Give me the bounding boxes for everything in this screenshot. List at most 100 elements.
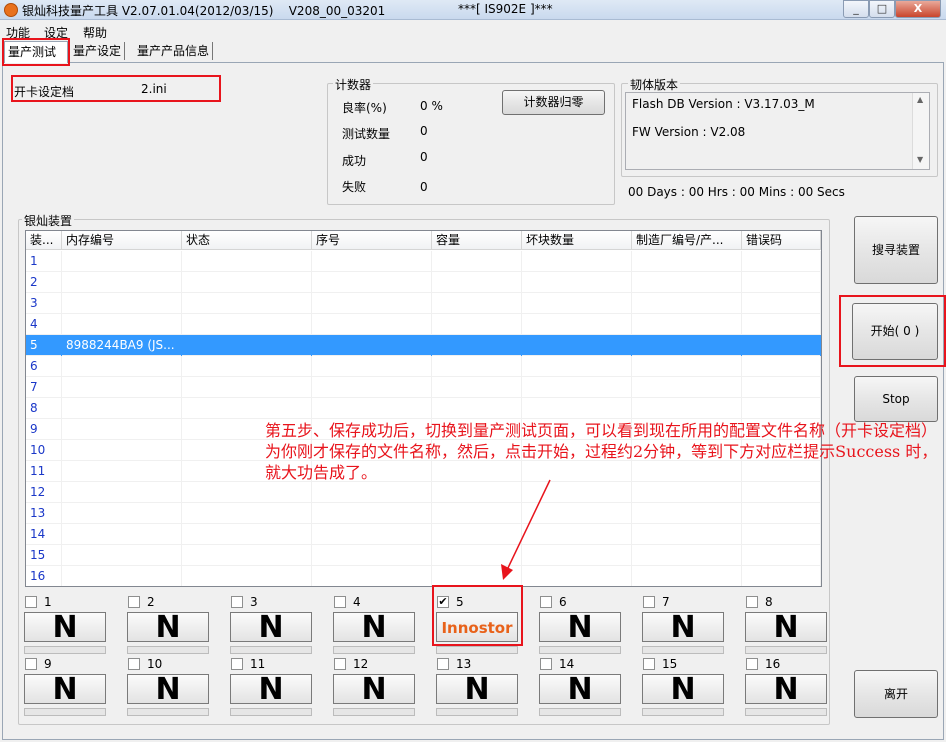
row-cell (522, 335, 632, 356)
row-cell (182, 335, 312, 356)
table-row[interactable]: 3 (26, 293, 821, 314)
scroll-up-icon[interactable]: ▲ (917, 95, 923, 104)
slot-checkbox[interactable] (746, 658, 758, 670)
slot-status-button[interactable]: N (642, 674, 724, 705)
row-memory-id (62, 314, 182, 335)
slot-checkbox[interactable] (128, 658, 140, 670)
table-row[interactable]: 1 (26, 251, 821, 272)
minimize-button[interactable]: _ (843, 0, 869, 18)
row-cell (632, 314, 742, 335)
row-cell (312, 524, 432, 545)
row-number: 5 (26, 335, 62, 356)
slot-status-button[interactable]: N (333, 612, 415, 643)
annotation-arrow (501, 479, 551, 580)
maximize-button[interactable]: □ (869, 0, 895, 18)
table-row[interactable]: 6 (26, 356, 821, 377)
slot-number: 1 (44, 595, 52, 609)
row-cell (312, 482, 432, 503)
exit-button[interactable]: 离开 (854, 670, 938, 718)
table-row[interactable]: 5 8988244BA9 (JS... (26, 335, 821, 356)
row-cell (312, 566, 432, 586)
menu-help[interactable]: 帮助 (83, 24, 107, 41)
slot-number: 13 (456, 657, 472, 671)
col-capacity[interactable]: 容量 (432, 231, 522, 250)
slot-checkbox[interactable] (25, 658, 37, 670)
slot-checkbox[interactable] (643, 596, 655, 608)
window-title: 银灿科技量产工具 V2.07.01.04(2012/03/15) V208_00… (22, 4, 386, 18)
slot-status-button[interactable]: N (24, 674, 106, 705)
search-devices-button[interactable]: 搜寻装置 (854, 216, 938, 284)
slot-status-button[interactable]: N (127, 674, 209, 705)
col-serial[interactable]: 序号 (312, 231, 432, 250)
menu-bar (0, 22, 946, 40)
row-cell (742, 356, 821, 377)
slot-status-button[interactable]: N (539, 612, 621, 643)
col-error-code[interactable]: 错误码 (742, 231, 821, 250)
table-row[interactable]: 15 (26, 545, 821, 566)
slot-checkbox[interactable] (643, 658, 655, 670)
success-label: 成功 (342, 154, 367, 168)
slot-checkbox[interactable] (746, 596, 758, 608)
rate-value: 0 % (420, 99, 443, 113)
row-cell (432, 356, 522, 377)
slot-number: 14 (559, 657, 575, 671)
row-cell (632, 566, 742, 586)
slot-status-button[interactable]: N (436, 674, 518, 705)
col-device[interactable]: 装... (26, 231, 62, 250)
stop-button[interactable]: Stop (854, 376, 938, 422)
table-row[interactable]: 12 (26, 482, 821, 503)
slot-status-button[interactable]: N (745, 674, 827, 705)
device-list[interactable]: 装... 内存编号 状态 序号 容量 坏块数量 制造厂编号/产... 错误码 1… (25, 230, 822, 587)
slot-status-button[interactable]: N (230, 674, 312, 705)
row-cell (182, 314, 312, 335)
slot-progress-bar (24, 646, 106, 654)
col-status[interactable]: 状态 (182, 231, 312, 250)
slot-status-button[interactable]: N (745, 612, 827, 643)
row-number: 11 (26, 461, 62, 482)
table-row[interactable]: 2 (26, 272, 821, 293)
close-button[interactable]: X (895, 0, 941, 18)
reset-counter-button[interactable]: 计数器归零 (502, 90, 605, 115)
slot-checkbox[interactable] (231, 596, 243, 608)
slot-status-button[interactable]: N (127, 612, 209, 643)
row-number: 1 (26, 251, 62, 272)
table-row[interactable]: 4 (26, 314, 821, 335)
table-row[interactable]: 13 (26, 503, 821, 524)
row-cell (432, 251, 522, 272)
row-memory-id (62, 272, 182, 293)
table-row[interactable]: 8 (26, 398, 821, 419)
slot-checkbox[interactable] (334, 658, 346, 670)
slot-checkbox[interactable] (25, 596, 37, 608)
table-row[interactable]: 16 (26, 566, 821, 586)
col-memory-id[interactable]: 内存编号 (62, 231, 182, 250)
slot-status-button[interactable]: N (333, 674, 415, 705)
firmware-textbox[interactable]: Flash DB Version : V3.17.03_M FW Version… (625, 92, 930, 170)
slot-checkbox[interactable] (334, 596, 346, 608)
scroll-down-icon[interactable]: ▼ (917, 155, 923, 164)
slot-checkbox[interactable] (231, 658, 243, 670)
row-cell (742, 524, 821, 545)
slot-status-button[interactable]: N (539, 674, 621, 705)
slot-status-button[interactable]: N (642, 612, 724, 643)
tab-production-settings[interactable]: 量产设定 (70, 42, 126, 60)
slot-checkbox[interactable] (128, 596, 140, 608)
slot-status-button[interactable]: N (24, 612, 106, 643)
row-cell (182, 272, 312, 293)
tab-product-info[interactable]: 量产产品信息 (134, 42, 214, 60)
slot-checkbox[interactable] (540, 596, 552, 608)
row-memory-id (62, 419, 182, 440)
slot-checkbox[interactable] (437, 658, 449, 670)
slot-progress-bar (127, 708, 209, 716)
slot-progress-bar (333, 708, 415, 716)
slot-checkbox[interactable] (540, 658, 552, 670)
col-vendor[interactable]: 制造厂编号/产... (632, 231, 742, 250)
row-cell (522, 272, 632, 293)
table-row[interactable]: 14 (26, 524, 821, 545)
fw-version: FW Version : V2.08 (632, 125, 746, 139)
row-cell (312, 272, 432, 293)
table-row[interactable]: 7 (26, 377, 821, 398)
firmware-scrollbar[interactable]: ▲ ▼ (912, 93, 929, 169)
col-bad-blocks[interactable]: 坏块数量 (522, 231, 632, 250)
slot-status-button[interactable]: N (230, 612, 312, 643)
row-memory-id (62, 440, 182, 461)
